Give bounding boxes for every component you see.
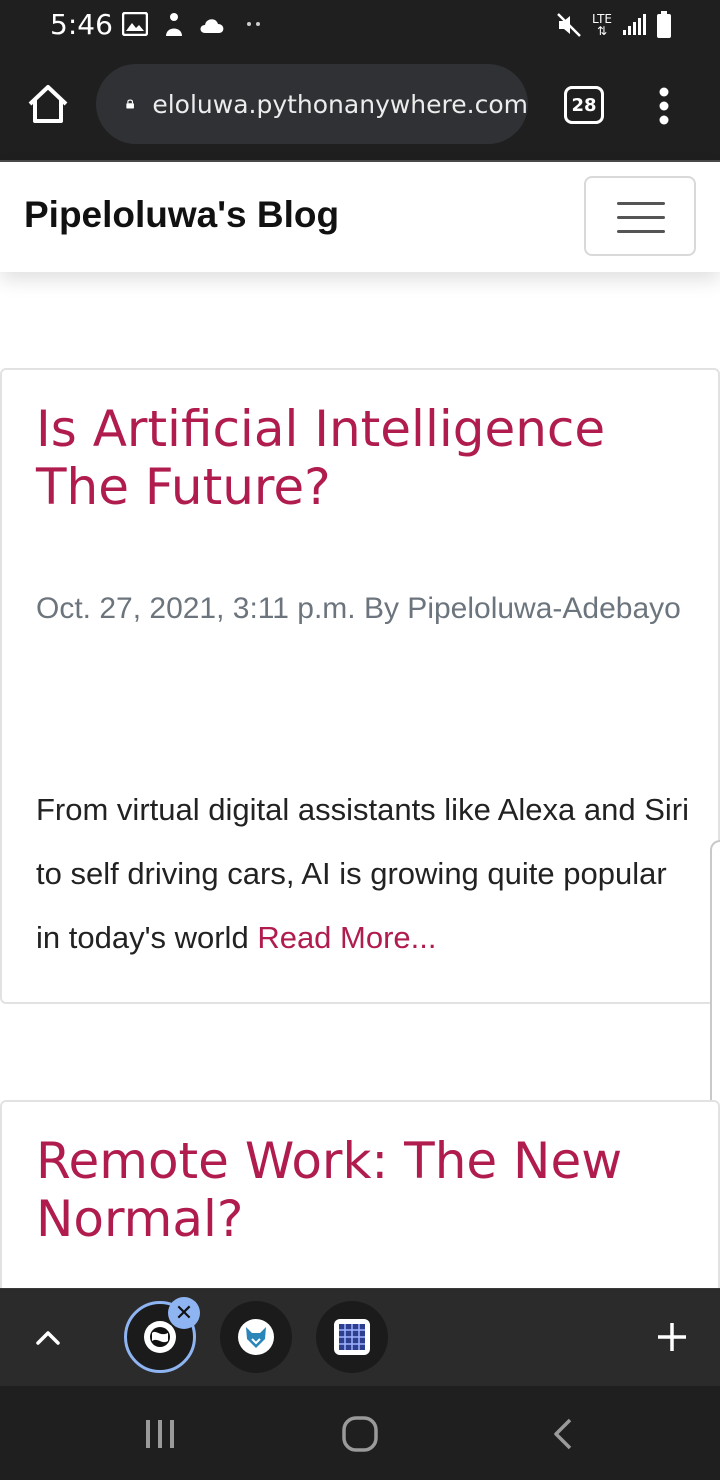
browser-toolbar: eloluwa.pythonanywhere.com 28 (0, 52, 720, 160)
battery-icon (657, 11, 671, 38)
post-card: Is Artificial Intelligence The Future? O… (0, 368, 720, 1004)
more-notifications-icon (247, 22, 260, 26)
status-right: LTE ⇅ (556, 8, 672, 42)
mute-icon (557, 13, 581, 37)
home-icon[interactable] (24, 80, 72, 128)
tab-strip: ✕ (0, 1288, 720, 1386)
post-excerpt: From virtual digital assistants like Ale… (36, 778, 696, 970)
system-nav-bar (0, 1386, 720, 1480)
post-meta: Oct. 27, 2021, 3:11 p.m. By Pipeloluwa-A… (36, 592, 681, 625)
home-nav-icon[interactable] (340, 1414, 380, 1454)
plus-icon[interactable] (652, 1317, 692, 1357)
url-text[interactable]: eloluwa.pythonanywhere.com (152, 90, 528, 119)
more-vert-icon[interactable] (646, 86, 682, 126)
tab-thumbnail[interactable] (316, 1301, 388, 1373)
data-arrows-icon: ⇅ (596, 24, 608, 38)
tab-thumbnail[interactable] (220, 1301, 292, 1373)
post-title[interactable]: Remote Work: The New Normal? (36, 1132, 696, 1248)
back-icon[interactable] (546, 1416, 582, 1452)
status-bar: 5:46 LTE ⇅ (0, 0, 720, 52)
hamburger-line (617, 216, 665, 219)
close-tab-button[interactable]: ✕ (168, 1297, 200, 1329)
read-more-link[interactable]: Read More... (257, 920, 436, 955)
notification-app-icon (166, 13, 182, 36)
hamburger-line (617, 230, 665, 233)
recent-apps-icon[interactable] (142, 1416, 178, 1452)
chevron-up-icon[interactable] (30, 1319, 66, 1355)
tab-switcher-button[interactable]: 28 (564, 86, 604, 124)
edge-panel-handle[interactable] (710, 840, 720, 1116)
network-type: LTE ⇅ (592, 13, 612, 37)
site-navbar: Pipeloluwa's Blog (0, 162, 720, 272)
hamburger-line (617, 202, 665, 205)
fox-favicon-icon (238, 1319, 274, 1355)
menu-toggle-button[interactable] (584, 176, 696, 256)
status-time: 5:46 (50, 8, 113, 41)
signal-icon (623, 14, 646, 35)
post-title[interactable]: Is Artificial Intelligence The Future? (36, 400, 696, 516)
site-brand[interactable]: Pipeloluwa's Blog (24, 194, 339, 236)
lock-icon (126, 99, 134, 109)
cloud-icon (200, 19, 224, 33)
tab-count: 28 (571, 94, 597, 116)
grid-favicon-icon (334, 1319, 370, 1355)
gallery-icon (122, 12, 148, 36)
address-bar[interactable]: eloluwa.pythonanywhere.com (96, 64, 528, 144)
